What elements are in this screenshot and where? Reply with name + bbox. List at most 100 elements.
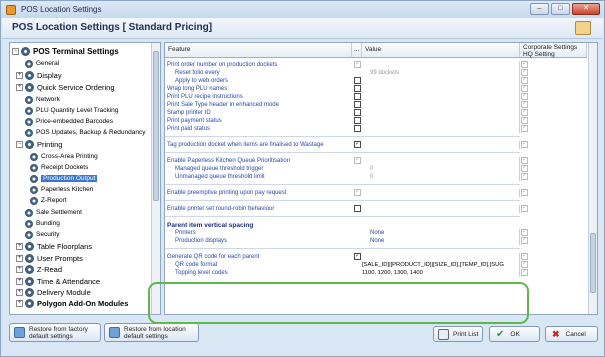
grid-row[interactable]: Enable Paperless Kitchen Queue Prioritis… (165, 157, 587, 165)
grid-row[interactable]: Print order number on production dockets… (165, 61, 587, 69)
cancel-button[interactable]: ✖ Cancel (545, 326, 598, 342)
hq-setting-checkbox[interactable]: ✓ (521, 173, 528, 180)
close-button[interactable]: ✕ (572, 3, 600, 15)
setting-checkbox[interactable] (354, 85, 361, 92)
setting-checkbox[interactable]: ✓ (354, 189, 361, 196)
ok-button[interactable]: ✔ OK (489, 326, 540, 342)
hq-setting-checkbox[interactable]: ✓ (521, 93, 528, 100)
tree-item[interactable]: + Z-Read (16, 264, 62, 275)
tree-item[interactable]: Bunding (16, 218, 60, 229)
tree-item[interactable]: Paperless Kitchen (30, 184, 93, 195)
grid-row[interactable]: Enable printer set round-robin behaviour… (165, 205, 587, 213)
grid-row[interactable]: Unmanaged queue threshold limit 0 ✓ (165, 173, 587, 181)
setting-checkbox[interactable] (354, 93, 361, 100)
restore-factory-defaults-button[interactable]: Restore from factory default settings (9, 323, 101, 342)
grid-row[interactable]: Managed queue threshold trigger 0 ✓ (165, 165, 587, 173)
grid-row[interactable]: Printers None ✓ (165, 229, 587, 237)
dots-column-header[interactable]: ... (352, 43, 362, 58)
tree-item[interactable]: − POS Terminal Settings (12, 46, 119, 57)
tree-item[interactable]: Network (16, 94, 60, 105)
grid-row[interactable]: Topping level codes 1100, 1200, 1300, 140… (165, 269, 587, 277)
expand-icon[interactable]: + (16, 289, 23, 296)
maximize-button[interactable]: □ (551, 3, 570, 15)
hq-setting-checkbox[interactable]: ✓ (521, 253, 528, 260)
hq-setting-checkbox[interactable]: ✓ (521, 61, 528, 68)
value-column-header[interactable]: Value (362, 43, 520, 58)
setting-value[interactable]: None (370, 238, 384, 244)
grid-row[interactable]: Enable preemptive printing upon pay requ… (165, 189, 587, 197)
grid-row[interactable]: Print paid status ✓ (165, 125, 587, 133)
grid-row[interactable]: Reset folio every 99 dockets ✓ (165, 69, 587, 77)
setting-checkbox[interactable] (354, 109, 361, 116)
hq-setting-checkbox[interactable]: ✓ (521, 157, 528, 164)
hq-setting-checkbox[interactable]: ✓ (521, 125, 528, 132)
tree-item[interactable]: + Delivery Module (16, 287, 91, 298)
tree-item[interactable]: + Quick Service Ordering (16, 82, 115, 93)
expand-icon[interactable]: + (16, 84, 23, 91)
grid-row[interactable]: Production displays None ✓ (165, 237, 587, 245)
tree-item[interactable]: Z-Report (30, 195, 67, 206)
corporate-settings-column-header[interactable]: Corporate Settings HQ Setting (520, 43, 587, 58)
tree-item[interactable]: + Polygon Add-On Modules (16, 298, 128, 309)
hq-setting-checkbox[interactable]: ✓ (521, 189, 528, 196)
hq-setting-checkbox[interactable]: ✓ (521, 205, 528, 212)
setting-value[interactable]: 99 dockets (370, 70, 399, 76)
expand-icon[interactable]: + (16, 278, 23, 285)
setting-checkbox[interactable] (354, 117, 361, 124)
tree-item[interactable]: Production Output (30, 173, 98, 184)
expand-icon[interactable]: + (16, 72, 23, 79)
hq-setting-checkbox[interactable]: ✓ (521, 77, 528, 84)
restore-location-defaults-button[interactable]: Restore from location default settings (104, 323, 199, 342)
hq-setting-checkbox[interactable]: ✓ (521, 141, 528, 148)
tree-item[interactable]: Sale Settlement (16, 207, 82, 218)
expand-icon[interactable]: + (16, 300, 23, 307)
tree-item[interactable]: POS Updates, Backup & Redundancy (16, 127, 145, 138)
hq-setting-checkbox[interactable]: ✓ (521, 237, 528, 244)
tree-item[interactable]: Cross-Area Printing (30, 151, 98, 162)
grid-scrollbar-thumb[interactable] (590, 233, 596, 293)
print-list-button[interactable]: Print List (433, 326, 483, 342)
setting-value[interactable]: 0 (370, 174, 373, 180)
hq-setting-checkbox[interactable]: ✓ (521, 165, 528, 172)
grid-row[interactable]: Generate QR code for each parent ✓ ✓ (165, 253, 587, 261)
feature-column-header[interactable]: Feature (165, 43, 352, 58)
hq-setting-checkbox[interactable]: ✓ (521, 101, 528, 108)
tree-scrollbar-thumb[interactable] (153, 51, 159, 201)
grid-row[interactable]: Tag production docket when items are fin… (165, 141, 587, 149)
setting-checkbox[interactable] (354, 205, 361, 212)
setting-checkbox[interactable] (354, 77, 361, 84)
setting-checkbox[interactable]: ✓ (354, 141, 361, 148)
tree-item[interactable]: + Time & Attendance (16, 276, 100, 287)
grid-row[interactable]: Stamp printer ID ✓ (165, 109, 587, 117)
tree-item[interactable]: − Printing (16, 139, 62, 150)
tree-item[interactable]: Receipt Dockets (30, 162, 88, 173)
tree-item[interactable]: + Table Floorplans (16, 241, 92, 252)
grid-row[interactable]: Print payment status ✓ (165, 117, 587, 125)
hq-setting-checkbox[interactable]: ✓ (521, 229, 528, 236)
hq-setting-checkbox[interactable]: ✓ (521, 85, 528, 92)
tree-item[interactable]: Price-embedded Barcodes (16, 116, 113, 127)
setting-value-text[interactable]: 1100, 1200, 1300, 1400 (362, 270, 423, 276)
grid-row[interactable]: Print PLU recipe instructions ✓ (165, 93, 587, 101)
grid-row[interactable]: Print Sale Type header in enhanced mode ✓ (165, 101, 587, 109)
setting-value-text[interactable]: [SALE_ID]|[PRODUCT_ID]|[SIZE_ID],[TEMP_I… (362, 262, 504, 268)
collapse-icon[interactable]: − (12, 48, 19, 55)
hq-setting-checkbox[interactable]: ✓ (521, 269, 528, 276)
expand-icon[interactable]: + (16, 255, 23, 262)
tree-item[interactable]: PLU Quantity Level Tracking (16, 105, 118, 116)
setting-value[interactable]: None (370, 230, 384, 236)
setting-checkbox[interactable] (354, 125, 361, 132)
grid-row[interactable]: Apply to web orders ✓ (165, 77, 587, 85)
tree-item[interactable]: Security (16, 229, 59, 240)
grid-row[interactable]: Wrap long PLU names ✓ (165, 85, 587, 93)
tree-item[interactable]: General (16, 58, 59, 69)
setting-checkbox[interactable]: ✓ (354, 61, 361, 68)
tree-item[interactable]: + Display (16, 70, 62, 81)
setting-value[interactable]: 0 (370, 166, 373, 172)
setting-checkbox[interactable]: ✓ (354, 157, 361, 164)
grid-row[interactable]: QR code format [SALE_ID]|[PRODUCT_ID]|[SI… (165, 261, 587, 269)
expand-icon[interactable]: + (16, 243, 23, 250)
hq-setting-checkbox[interactable]: ✓ (521, 69, 528, 76)
collapse-icon[interactable]: − (16, 141, 23, 148)
setting-checkbox[interactable] (354, 101, 361, 108)
